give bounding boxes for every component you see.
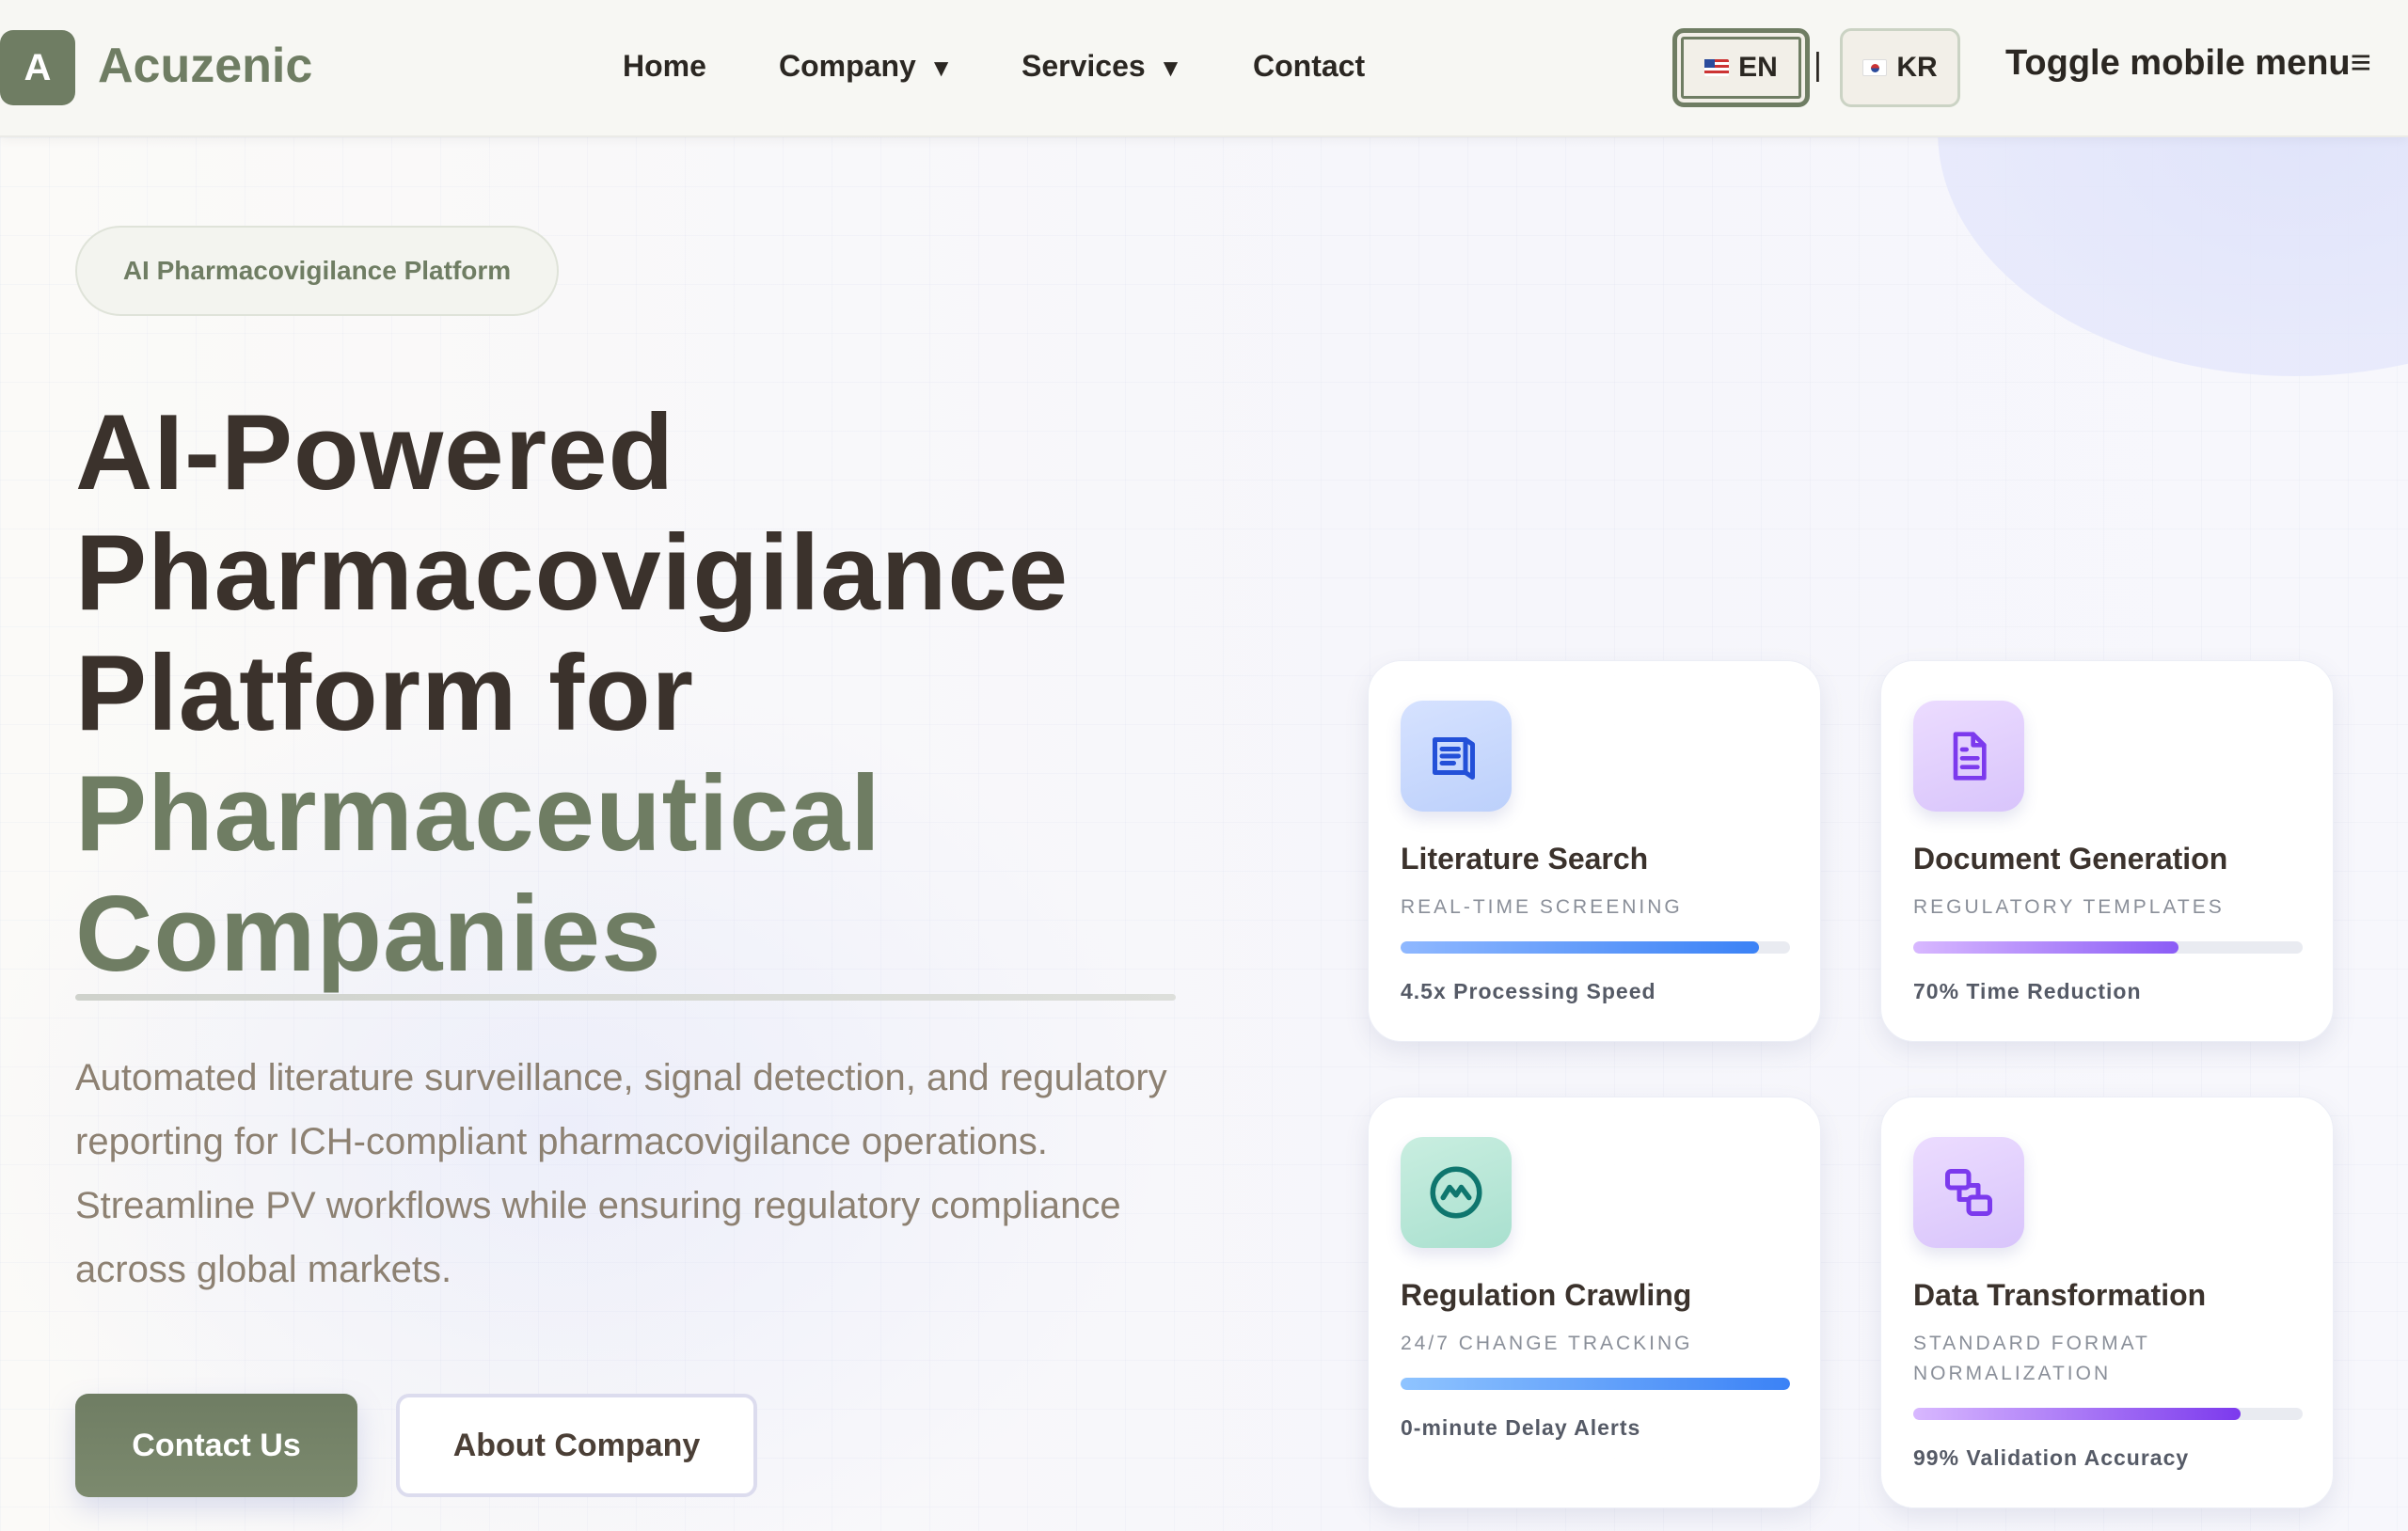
file-text-icon: [1913, 701, 2024, 812]
progress-bar: [1913, 941, 2303, 954]
card-title: Document Generation: [1913, 842, 2228, 876]
card-metric: 70% Time Reduction: [1913, 979, 2142, 1003]
chevron-down-icon: ▼: [928, 54, 954, 82]
card-subtitle: 24/7 CHANGE TRACKING: [1401, 1333, 1693, 1354]
hero-headline: AI-Powered Pharmacovigilance Platform fo…: [75, 393, 1298, 995]
nav-company[interactable]: Company ▼: [779, 49, 954, 84]
progress-bar: [1401, 941, 1790, 954]
nav-services-label: Services: [1022, 49, 1146, 83]
card-subtitle: REAL-TIME SCREENING: [1401, 896, 1683, 918]
nav-contact[interactable]: Contact: [1253, 49, 1365, 84]
feature-card-literature-search[interactable]: Literature Search REAL-TIME SCREENING 4.…: [1368, 660, 1821, 1042]
headline-line-3: Platform for: [75, 634, 695, 753]
activity-circle-icon: [1401, 1137, 1512, 1248]
headline-line-1: AI-Powered: [75, 393, 675, 513]
progress-fill: [1401, 941, 1759, 954]
nav-home[interactable]: Home: [623, 49, 706, 84]
transform-icon: [1913, 1137, 2024, 1248]
headline-accent-1: Pharmaceutical: [75, 754, 881, 874]
site-header: A Acuzenic Home Company ▼ Services ▼ Conta…: [0, 0, 2408, 137]
language-en-button[interactable]: EN: [1672, 28, 1810, 107]
progress-fill: [1913, 941, 2178, 954]
mobile-menu-label: Toggle mobile menu: [2005, 43, 2351, 83]
card-title: Regulation Crawling: [1401, 1278, 1692, 1312]
card-metric: 0-minute Delay Alerts: [1401, 1415, 1641, 1440]
feature-card-data-transformation[interactable]: Data Transformation STANDARD FORMAT NORM…: [1880, 1097, 2334, 1508]
contact-us-button[interactable]: Contact Us: [75, 1394, 357, 1497]
hero-badge: AI Pharmacovigilance Platform: [75, 226, 559, 316]
card-subtitle: REGULATORY TEMPLATES: [1913, 896, 2225, 918]
mobile-menu-toggle[interactable]: Toggle mobile menu≡: [2005, 43, 2371, 84]
language-kr-label: KR: [1896, 52, 1938, 83]
language-en-label: EN: [1738, 52, 1778, 83]
nav-services[interactable]: Services ▼: [1022, 49, 1182, 84]
headline-underline: [75, 994, 1176, 1001]
kr-flag-icon: [1862, 59, 1888, 76]
headline-line-2: Pharmacovigilance: [75, 513, 1069, 633]
headline-accent-2: Companies: [75, 875, 662, 994]
chevron-down-icon: ▼: [1158, 54, 1183, 82]
hamburger-icon: ≡: [2350, 43, 2371, 83]
language-kr-button[interactable]: KR: [1840, 28, 1960, 107]
card-subtitle: STANDARD FORMAT NORMALIZATION: [1913, 1333, 2150, 1384]
us-flag-icon: [1704, 59, 1730, 76]
page: A Acuzenic Home Company ▼ Services ▼ Conta…: [0, 0, 2408, 1531]
about-company-button[interactable]: About Company: [396, 1394, 757, 1497]
progress-bar: [1401, 1378, 1790, 1390]
brand-name[interactable]: Acuzenic: [98, 38, 312, 94]
logo-badge[interactable]: A: [0, 30, 75, 105]
language-separator: |: [1814, 47, 1822, 83]
nav-company-label: Company: [779, 49, 916, 83]
hero-description: Automated literature surveillance, signa…: [75, 1057, 1167, 1290]
card-metric: 4.5x Processing Speed: [1401, 979, 1656, 1003]
card-title: Data Transformation: [1913, 1278, 2207, 1312]
feature-card-document-generation[interactable]: Document Generation REGULATORY TEMPLATES…: [1880, 660, 2334, 1042]
card-metric: 99% Validation Accuracy: [1913, 1445, 2190, 1470]
card-title: Literature Search: [1401, 842, 1649, 876]
progress-bar: [1913, 1408, 2303, 1420]
document-list-icon: [1401, 701, 1512, 812]
feature-card-regulation-crawling[interactable]: Regulation Crawling 24/7 CHANGE TRACKING…: [1368, 1097, 1821, 1508]
nav-home-label: Home: [623, 49, 706, 83]
progress-fill: [1913, 1408, 2241, 1420]
nav-contact-label: Contact: [1253, 49, 1366, 83]
progress-fill: [1401, 1378, 1790, 1390]
